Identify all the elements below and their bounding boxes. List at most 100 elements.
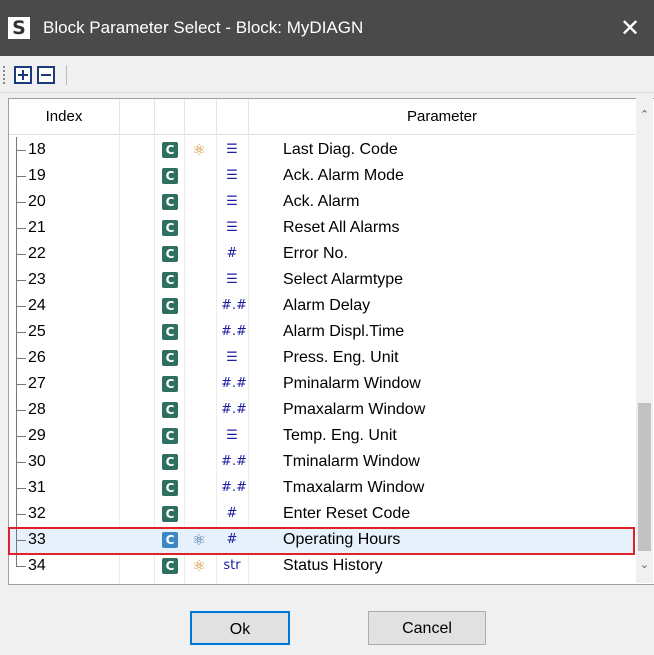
row-index: 23 <box>28 271 46 288</box>
column-header-blank-2[interactable] <box>155 99 185 134</box>
row-index: 28 <box>28 401 46 418</box>
ok-button[interactable]: Ok <box>190 611 290 645</box>
table-row[interactable]: 26 C ☰ Press. Eng. Unit <box>9 345 635 371</box>
atom-icon: ⚛ <box>192 531 206 549</box>
c-badge-icon: C <box>162 194 178 210</box>
c-badge-icon: C <box>162 350 178 366</box>
row-parameter: Status History <box>283 557 383 574</box>
row-parameter: Tminalarm Window <box>283 453 420 470</box>
column-header-blank-4[interactable] <box>217 99 249 134</box>
data-type-icon: #.# <box>221 376 247 391</box>
tree-branch <box>16 202 26 203</box>
column-header-blank-1[interactable] <box>120 99 155 134</box>
table-row[interactable]: 21 C ☰ Reset All Alarms <box>9 215 635 241</box>
c-badge-icon: C <box>162 506 178 522</box>
row-parameter: Ack. Alarm <box>283 193 360 210</box>
c-badge-icon: C <box>162 376 178 392</box>
row-parameter: Last Diag. Code <box>283 141 398 158</box>
table-row[interactable]: 32 C # Enter Reset Code <box>9 501 635 527</box>
data-type-icon: ☰ <box>226 272 238 287</box>
close-button[interactable]: ✕ <box>606 0 654 56</box>
toolbar-separator <box>66 65 67 85</box>
row-index: 30 <box>28 453 46 470</box>
toolbar <box>0 56 654 93</box>
row-index: 34 <box>28 557 46 574</box>
row-parameter: Pminalarm Window <box>283 375 421 392</box>
atom-icon: ⚛ <box>192 557 206 575</box>
table-row[interactable]: 23 C ☰ Select Alarmtype <box>9 267 635 293</box>
table-row[interactable]: 30 C #.# Tminalarm Window <box>9 449 635 475</box>
table-row[interactable]: 18 C ⚛ ☰ Last Diag. Code <box>9 137 635 163</box>
row-parameter: Pmaxalarm Window <box>283 401 426 418</box>
data-type-icon: ☰ <box>226 350 238 365</box>
scrollbar-thumb[interactable] <box>638 403 651 551</box>
expand-all-button[interactable] <box>14 66 32 84</box>
data-type-icon: #.# <box>221 480 247 495</box>
minus-icon <box>41 74 51 76</box>
c-badge-icon: C <box>162 428 178 444</box>
c-badge-icon: C <box>162 246 178 262</box>
tree-branch <box>16 384 26 385</box>
data-type-icon: ☰ <box>226 168 238 183</box>
column-header-index[interactable]: Index <box>9 99 120 134</box>
table-row[interactable]: 19 C ☰ Ack. Alarm Mode <box>9 163 635 189</box>
tree-branch <box>16 332 26 333</box>
data-type-icon: #.# <box>221 454 247 469</box>
row-index: 31 <box>28 479 46 496</box>
table-row[interactable]: 22 C # Error No. <box>9 241 635 267</box>
scroll-up-arrow-icon[interactable]: ⌃ <box>636 106 653 123</box>
row-parameter: Tmaxalarm Window <box>283 479 425 496</box>
row-parameter: Press. Eng. Unit <box>283 349 399 366</box>
table-row[interactable]: 24 C #.# Alarm Delay <box>9 293 635 319</box>
scroll-down-arrow-icon[interactable]: ⌄ <box>636 556 653 573</box>
tree-branch <box>16 540 26 541</box>
table-row[interactable]: 29 C ☰ Temp. Eng. Unit <box>9 423 635 449</box>
parameter-list[interactable]: Index Parameter 18 C ⚛ ☰ Last Diag. Code 19 C ☰… <box>8 98 654 585</box>
row-parameter: Alarm Displ.Time <box>283 323 405 340</box>
table-row[interactable]: 28 C #.# Pmaxalarm Window <box>9 397 635 423</box>
tree-branch <box>16 436 26 437</box>
row-index: 19 <box>28 167 46 184</box>
table-row[interactable]: 31 C #.# Tmaxalarm Window <box>9 475 635 501</box>
table-row[interactable]: 25 C #.# Alarm Displ.Time <box>9 319 635 345</box>
data-type-icon: ☰ <box>226 220 238 235</box>
row-index: 22 <box>28 245 46 262</box>
data-type-icon: str <box>223 558 241 573</box>
c-badge-icon: C <box>162 298 178 314</box>
tree-branch <box>16 358 26 359</box>
row-parameter: Operating Hours <box>283 531 401 548</box>
row-index: 29 <box>28 427 46 444</box>
tree-branch <box>16 566 26 567</box>
row-index: 24 <box>28 297 46 314</box>
row-index: 20 <box>28 193 46 210</box>
row-index: 21 <box>28 219 46 236</box>
tree-branch <box>16 228 26 229</box>
row-index: 32 <box>28 505 46 522</box>
c-badge-icon: C <box>162 324 178 340</box>
data-type-icon: # <box>226 246 238 261</box>
table-row[interactable]: 33 C ⚛ # Operating Hours <box>9 527 635 553</box>
collapse-all-button[interactable] <box>37 66 55 84</box>
c-badge-icon: C <box>162 220 178 236</box>
window-title: Block Parameter Select - Block: MyDIAGN <box>43 18 364 37</box>
row-index: 26 <box>28 349 46 366</box>
row-parameter: Temp. Eng. Unit <box>283 427 397 444</box>
tree-branch <box>16 462 26 463</box>
column-header-blank-3[interactable] <box>185 99 217 134</box>
vertical-scrollbar[interactable]: ⌃ ⌄ <box>636 98 653 583</box>
row-parameter: Reset All Alarms <box>283 219 400 236</box>
column-header-parameter[interactable]: Parameter <box>249 99 635 134</box>
table-row[interactable]: 20 C ☰ Ack. Alarm <box>9 189 635 215</box>
c-badge-icon: C <box>162 454 178 470</box>
c-badge-icon: C <box>162 168 178 184</box>
table-row[interactable]: 27 C #.# Pminalarm Window <box>9 371 635 397</box>
tree-line <box>16 553 17 567</box>
tree-branch <box>16 150 26 151</box>
tree-branch <box>16 254 26 255</box>
atom-icon: ⚛ <box>192 141 206 159</box>
tree-branch <box>16 410 26 411</box>
c-badge-icon: C <box>162 558 178 574</box>
cancel-button[interactable]: Cancel <box>368 611 486 645</box>
title-bar: S Block Parameter Select - Block: MyDIAG… <box>0 0 654 56</box>
table-row[interactable]: 34 C ⚛ str Status History <box>9 553 635 579</box>
